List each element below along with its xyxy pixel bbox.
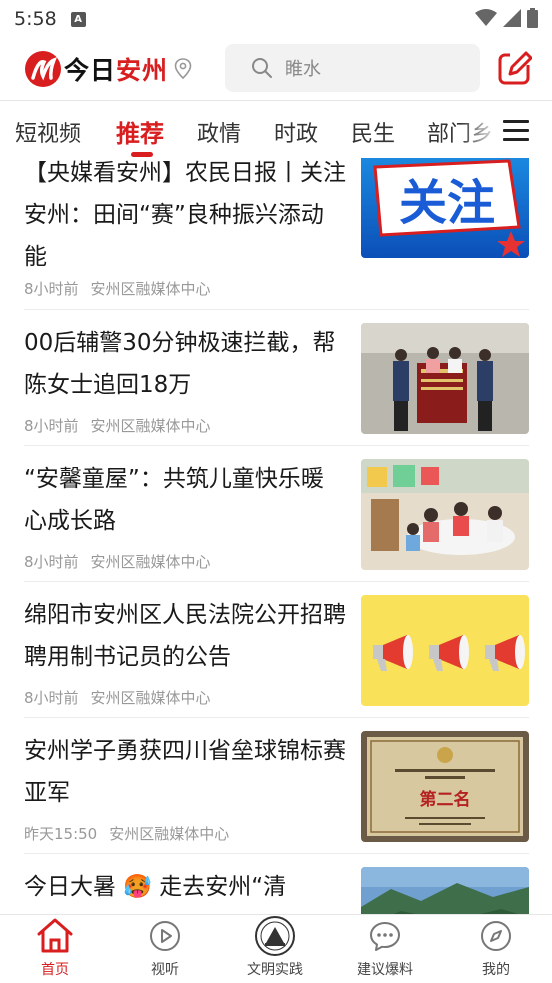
tab-short-video[interactable]: 短视频 — [15, 116, 81, 148]
nav-label: 我的 — [482, 962, 510, 978]
nav-label: 建议爆料 — [357, 962, 413, 978]
news-thumbnail — [361, 323, 529, 434]
nav-civilization[interactable]: 文明实践 — [220, 915, 330, 983]
wifi-icon — [475, 9, 497, 26]
news-thumbnail — [361, 595, 529, 706]
news-time: 8小时前 — [24, 553, 79, 571]
app-header: 今日安州 睢水 — [0, 40, 552, 98]
news-time: 昨天15:50 — [24, 825, 98, 843]
status-time: 5:58 — [14, 8, 57, 30]
news-item[interactable]: 今日大暑 🥵 走去安州“清 — [0, 854, 552, 915]
news-thumbnail — [361, 867, 529, 915]
news-meta: 8小时前 安州区融媒体中心 — [24, 687, 211, 708]
news-thumbnail: 关注 — [361, 158, 529, 258]
channel-tabs: 短视频 推荐 政情 时政 民生 部门乡 — [0, 102, 552, 158]
thumb-text: 关注 — [399, 175, 495, 231]
megaphone-notice-image — [361, 595, 529, 706]
news-title: 今日大暑 🥵 走去安州“清 — [24, 874, 287, 900]
mountain-landscape-image — [361, 867, 529, 915]
tab-current-affairs[interactable]: 时政 — [274, 116, 318, 148]
news-item[interactable]: 绵阳市安州区人民法院公开招聘聘用制书记员的公告 8小时前 安州区融媒体中心 — [0, 582, 552, 718]
app-logo[interactable]: 今日安州 — [24, 50, 192, 88]
nav-label: 首页 — [41, 962, 69, 978]
tabs-fade — [460, 102, 500, 158]
news-time: 8小时前 — [24, 689, 79, 707]
news-source: 安州区融媒体中心 — [90, 689, 211, 707]
tab-livelihood[interactable]: 民生 — [351, 116, 395, 148]
logo-text: 今日安州 — [64, 51, 168, 87]
guanzhu-banner-image: 关注 — [361, 158, 529, 258]
children-room-image — [361, 459, 529, 570]
news-source: 安州区融媒体中心 — [90, 553, 211, 571]
news-title: 绵阳市安州区人民法院公开招聘聘用制书记员的公告 — [24, 602, 346, 670]
compass-icon — [481, 921, 511, 951]
logo-mark-icon — [25, 51, 61, 87]
home-icon — [37, 918, 73, 953]
bottom-navigation: 首页 视听 文明实践 建议爆料 我的 — [0, 914, 552, 983]
status-bar: 5:58 A — [0, 0, 552, 38]
search-icon — [252, 58, 272, 78]
battery-icon — [527, 8, 538, 28]
nav-label: 视听 — [151, 962, 179, 978]
news-time: 8小时前 — [24, 280, 79, 298]
logo-text-red: 安州 — [116, 56, 169, 85]
notification-icon: A — [70, 11, 86, 27]
award-plaque-image: 第二名 — [361, 731, 529, 842]
news-title: 00后辅警30分钟极速拦截，帮陈女士追回18万 — [24, 330, 336, 398]
news-source: 安州区融媒体中心 — [109, 825, 230, 843]
news-item[interactable]: 安州学子勇获四川省垒球锦标赛亚军 昨天15:50 安州区融媒体中心 第二名 — [0, 718, 552, 854]
news-list: 【央媒看安州】农民日报丨关注安州：田间“赛”良种振兴添动能 8小时前 安州区融媒体… — [0, 158, 552, 915]
news-thumbnail: 第二名 — [361, 731, 529, 842]
news-source: 安州区融媒体中心 — [90, 280, 211, 298]
news-title: 安州学子勇获四川省垒球锦标赛亚军 — [24, 738, 346, 806]
news-title: “安馨童屋”：共筑儿童快乐暖心成长路 — [24, 466, 324, 534]
search-placeholder: 睢水 — [285, 59, 321, 80]
logo-text-black: 今日 — [64, 56, 117, 85]
active-tab-indicator — [131, 152, 153, 157]
news-item[interactable]: 00后辅警30分钟极速拦截，帮陈女士追回18万 8小时前 安州区融媒体中心 — [0, 310, 552, 446]
signal-icon — [503, 9, 521, 27]
news-thumbnail — [361, 459, 529, 570]
chat-icon — [370, 922, 400, 951]
news-meta: 8小时前 安州区融媒体中心 — [24, 551, 211, 572]
police-photo-image — [361, 323, 529, 434]
news-time: 8小时前 — [24, 417, 79, 435]
header-divider — [0, 100, 552, 101]
news-meta: 昨天15:50 安州区融媒体中心 — [24, 823, 229, 844]
news-title: 【央媒看安州】农民日报丨关注安州：田间“赛”良种振兴添动能 — [24, 160, 346, 270]
news-meta: 8小时前 安州区融媒体中心 — [24, 278, 211, 299]
thumb-text: 第二名 — [420, 789, 471, 810]
emblem-icon — [255, 916, 295, 956]
news-meta: 8小时前 安州区融媒体中心 — [24, 415, 211, 436]
nav-mine[interactable]: 我的 — [441, 915, 551, 983]
nav-video[interactable]: 视听 — [110, 915, 220, 983]
news-item[interactable]: 【央媒看安州】农民日报丨关注安州：田间“赛”良种振兴添动能 8小时前 安州区融媒体… — [0, 158, 552, 298]
location-pin-icon[interactable] — [174, 58, 192, 80]
news-source: 安州区融媒体中心 — [90, 417, 211, 435]
nav-label: 文明实践 — [247, 962, 303, 978]
tab-recommend[interactable]: 推荐 — [116, 114, 164, 149]
nav-suggestions[interactable]: 建议爆料 — [330, 915, 440, 983]
play-icon — [150, 921, 180, 951]
status-icons — [475, 8, 538, 28]
news-item[interactable]: “安馨童屋”：共筑儿童快乐暖心成长路 8小时前 安州区融媒体中心 — [0, 446, 552, 582]
edit-button[interactable] — [498, 51, 532, 85]
nav-home[interactable]: 首页 — [0, 915, 110, 983]
search-input[interactable]: 睢水 — [225, 44, 480, 92]
tab-politics[interactable]: 政情 — [197, 116, 241, 148]
channel-menu-icon[interactable] — [503, 120, 529, 142]
